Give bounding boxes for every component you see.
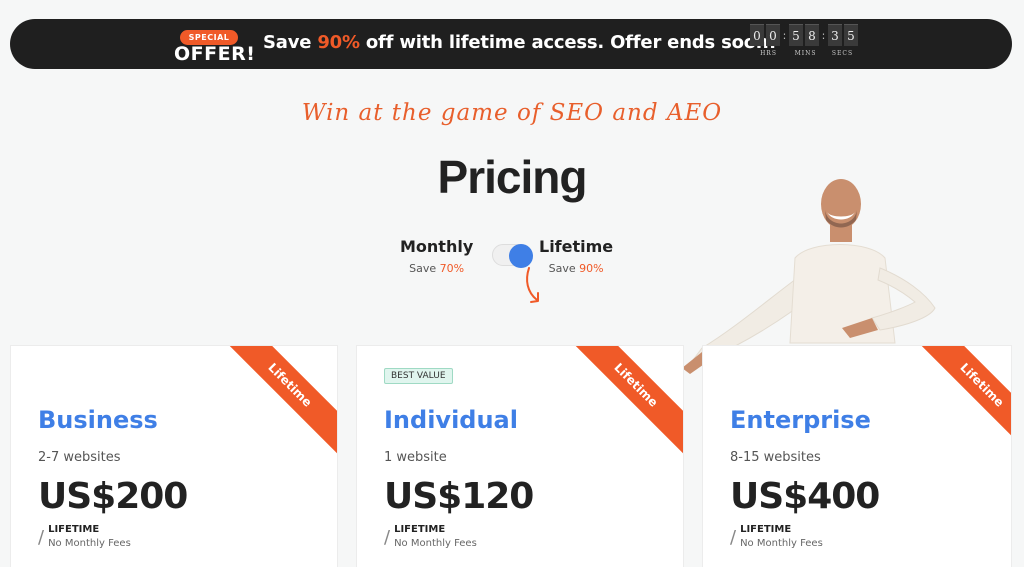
- plan-websites: 2-7 websites: [38, 450, 121, 465]
- plan-price: US$400: [730, 476, 880, 517]
- lifetime-ribbon: Lifetime: [212, 346, 337, 463]
- billing-option-lifetime[interactable]: Lifetime Save 90%: [539, 237, 613, 275]
- period-label: LIFETIME: [394, 524, 446, 535]
- plan-card-business: Lifetime Business 2-7 websites US$200 / …: [10, 345, 338, 567]
- lifetime-label: Lifetime: [539, 237, 614, 256]
- timer-label-mins: MINS: [794, 50, 817, 57]
- offer-banner: SPECIAL OFFER! Save 90% off with lifetim…: [10, 19, 1012, 69]
- plan-name: Enterprise: [730, 406, 871, 434]
- plan-name: Individual: [384, 406, 518, 434]
- billing-option-monthly[interactable]: Monthly Save 70%: [400, 237, 473, 275]
- timer-hour-ones: 0: [766, 24, 780, 46]
- plan-websites: 8-15 websites: [730, 450, 821, 465]
- timer-colon: :: [821, 28, 826, 42]
- plan-period: / LIFETIME No Monthly Fees: [38, 523, 131, 553]
- timer-colon: :: [782, 28, 787, 42]
- timer-min-ones: 8: [805, 24, 819, 46]
- period-label: LIFETIME: [48, 524, 100, 535]
- plan-price: US$200: [38, 476, 188, 517]
- period-note: No Monthly Fees: [48, 538, 131, 549]
- plan-price: US$120: [384, 476, 534, 517]
- lifetime-save-pct: 90%: [579, 262, 604, 275]
- monthly-save-pct: 70%: [439, 262, 465, 275]
- plan-card-individual: Lifetime BEST VALUE Individual 1 website…: [356, 345, 684, 567]
- lifetime-save: Save 90%: [539, 262, 613, 275]
- timer-label-hrs: HRS: [760, 50, 777, 57]
- timer-sec-tens: 3: [828, 24, 842, 46]
- period-slash: /: [730, 527, 737, 548]
- offer-message-start: Save: [263, 32, 318, 53]
- period-note: No Monthly Fees: [394, 538, 477, 549]
- special-offer-badge: SPECIAL OFFER!: [174, 25, 256, 65]
- plan-websites: 1 website: [384, 450, 447, 465]
- curved-arrow-icon: [526, 267, 539, 303]
- monthly-save-text: Save: [409, 262, 440, 275]
- timer-sec-ones: 5: [844, 24, 858, 46]
- monthly-save: Save 70%: [400, 262, 473, 275]
- timer-min-tens: 5: [789, 24, 803, 46]
- lifetime-ribbon: Lifetime: [558, 346, 683, 463]
- timer-label-secs: SECS: [831, 50, 854, 57]
- period-slash: /: [38, 527, 45, 548]
- timer-hour-tens: 0: [750, 24, 764, 46]
- offer-message: Save 90% off with lifetime access. Offer…: [263, 32, 777, 53]
- plan-period: / LIFETIME No Monthly Fees: [384, 523, 477, 553]
- period-note: No Monthly Fees: [740, 538, 823, 549]
- plan-card-enterprise: Lifetime Enterprise 8-15 websites US$400…: [702, 345, 1012, 567]
- monthly-label: Monthly: [400, 237, 474, 256]
- period-label: LIFETIME: [740, 524, 792, 535]
- toggle-knob: [509, 244, 533, 268]
- lifetime-save-text: Save: [548, 262, 580, 275]
- plan-period: / LIFETIME No Monthly Fees: [730, 523, 823, 553]
- plan-name: Business: [38, 406, 158, 434]
- offer-label: OFFER!: [174, 43, 256, 65]
- tagline: Win at the game of SEO and AEO: [301, 100, 723, 126]
- period-slash: /: [384, 527, 391, 548]
- countdown-timer: 0 0 : 5 8 : 3 5 HRS MINS SECS: [750, 24, 861, 57]
- lifetime-ribbon: Lifetime: [904, 346, 1011, 463]
- best-value-badge: BEST VALUE: [384, 368, 453, 384]
- offer-discount: 90%: [317, 32, 360, 53]
- offer-message-end: off with lifetime access. Offer ends soo…: [359, 32, 777, 53]
- billing-toggle[interactable]: [492, 244, 533, 268]
